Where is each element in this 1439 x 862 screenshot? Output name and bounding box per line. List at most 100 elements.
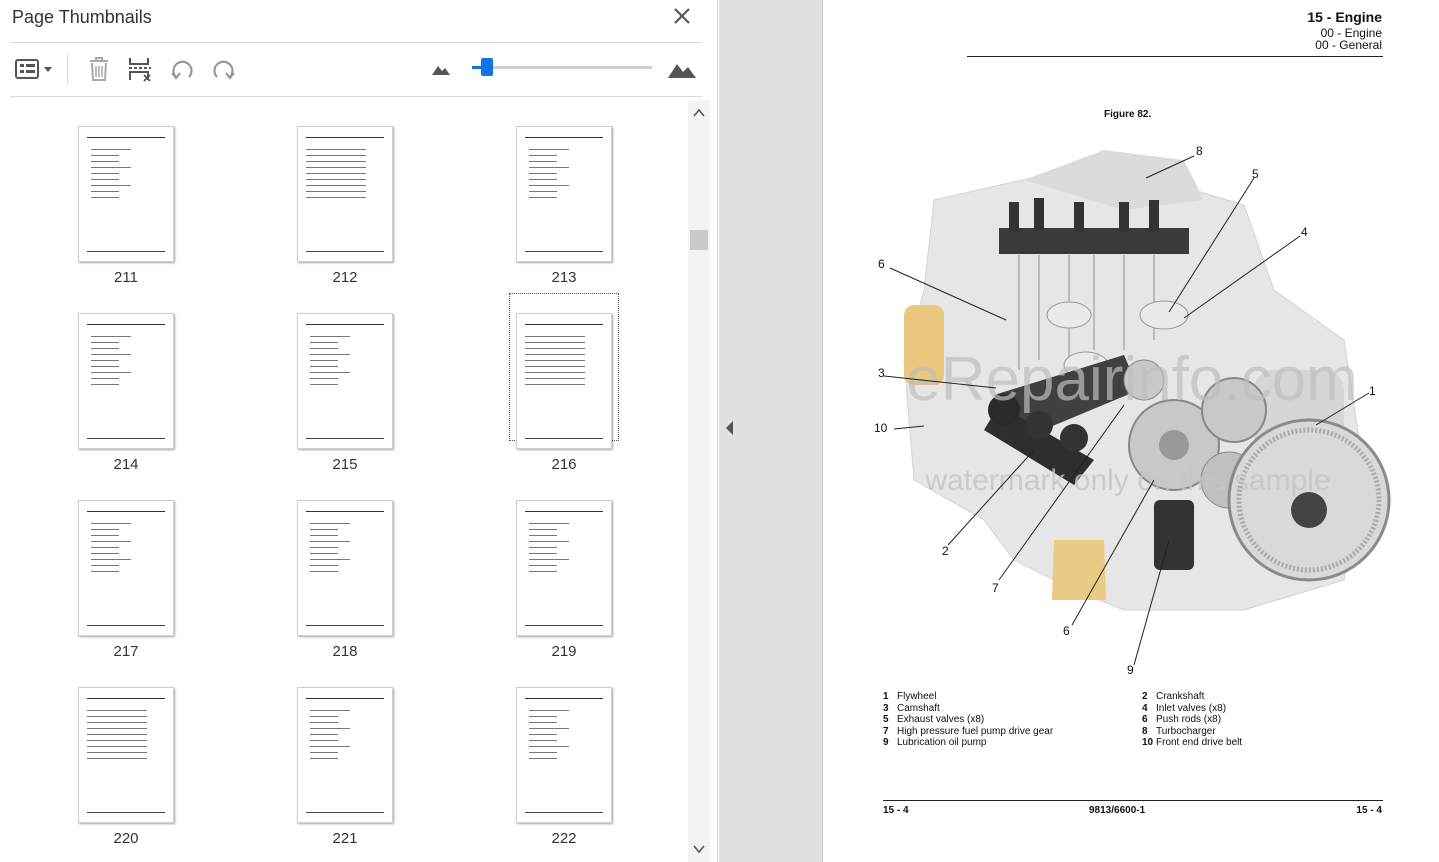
callout-6: 6 <box>878 257 885 271</box>
legend-number: 9 <box>883 737 889 748</box>
callout-3: 3 <box>878 366 885 380</box>
legend-text: Camshaft <box>897 702 940 714</box>
callout-10: 10 <box>874 421 888 435</box>
page-thumbnail[interactable] <box>297 500 393 636</box>
footer-page-left: 15 - 4 <box>883 805 909 816</box>
page-thumbnail[interactable] <box>297 313 393 449</box>
thumbnail-options-button[interactable] <box>12 52 56 86</box>
page-thumbnails-panel: Page Thumbnails 211 212 213 214 215 216 … <box>0 0 718 862</box>
panel-title: Page Thumbnails <box>12 7 152 27</box>
legend-text: Flywheel <box>897 691 937 702</box>
thumbnail-page-number: 213 <box>551 269 577 286</box>
flywheel <box>1227 418 1391 582</box>
thumbnail-page-number: 222 <box>551 830 577 847</box>
thumbnail-page-number: 221 <box>332 830 358 847</box>
thumbnail-page-number: 216 <box>551 456 577 473</box>
callout-6b: 6 <box>1063 624 1070 638</box>
collapse-panel-button[interactable] <box>723 418 737 438</box>
thumbnail-page-number: 214 <box>113 456 139 473</box>
page-thumbnail[interactable] <box>516 687 612 823</box>
page-thumbnail[interactable] <box>297 126 393 262</box>
scroll-up-icon[interactable] <box>693 108 705 118</box>
insert-page-icon <box>129 58 151 82</box>
page-thumbnail[interactable] <box>297 687 393 823</box>
engine-figure: eRepairinfo.com watermark only on this s… <box>874 144 1391 677</box>
legend-text: Turbocharger <box>1156 725 1216 737</box>
header-divider <box>10 42 702 43</box>
legend-text: Lubrication oil pump <box>897 737 987 748</box>
footer-rule <box>883 800 1383 801</box>
fuel-filter <box>1052 540 1106 600</box>
legend-text: Front end drive belt <box>1156 737 1243 748</box>
legend-text: Inlet valves (x8) <box>1156 702 1227 714</box>
zoom-out-mountain-icon <box>432 66 450 75</box>
rotate-right-button[interactable] <box>208 52 240 86</box>
vertical-scrollbar[interactable] <box>688 100 710 862</box>
callout-8: 8 <box>1196 144 1203 158</box>
lubrication-oil-pump <box>1154 500 1194 570</box>
legend-number: 10 <box>1142 737 1154 748</box>
thumbnail-page-number: 217 <box>113 643 139 660</box>
thumbnail-page-number: 212 <box>332 269 358 286</box>
footer-doc-number: 9813/6600-1 <box>1089 805 1146 816</box>
thumbnail-page-number: 218 <box>332 643 358 660</box>
thumbnail-page-number: 211 <box>114 269 138 286</box>
footer-page-right: 15 - 4 <box>1356 805 1382 816</box>
zoom-out-button[interactable] <box>428 52 454 86</box>
legend-number: 4 <box>1142 702 1148 714</box>
zoom-in-button[interactable] <box>664 52 700 86</box>
legend-text: Push rods (x8) <box>1156 714 1222 725</box>
legend-number: 6 <box>1142 714 1148 725</box>
rotate-right-icon <box>213 60 235 80</box>
toolbar-separator <box>67 54 68 84</box>
callout-2: 2 <box>942 544 949 558</box>
callout-9: 9 <box>1127 663 1134 677</box>
zoom-in-mountain-icon <box>668 64 696 78</box>
document-page: 15 - Engine 00 - Engine 00 - General Fig… <box>824 0 1439 862</box>
legend-number: 8 <box>1142 725 1148 737</box>
watermark-text-2: watermark only on this sample <box>924 464 1330 497</box>
legend-number: 7 <box>883 725 889 737</box>
zoom-slider-track[interactable] <box>472 66 652 69</box>
legend-text: High pressure fuel pump drive gear <box>897 725 1054 737</box>
thumbnail-page-number: 220 <box>113 830 139 847</box>
section-subtitle-2: 00 - General <box>1315 38 1382 52</box>
thumbnail-grid: 211 212 213 214 215 216 217 218 219 220 221 222 <box>0 100 688 862</box>
rotate-left-icon <box>171 60 193 80</box>
delete-page-icon <box>90 57 108 81</box>
callout-5: 5 <box>1252 167 1259 181</box>
page-thumbnail[interactable] <box>78 313 174 449</box>
legend-text: Crankshaft <box>1156 691 1205 702</box>
thumbnail-page-number: 215 <box>332 456 358 473</box>
legend-number: 1 <box>883 691 889 702</box>
insert-page-button[interactable] <box>124 52 156 86</box>
callout-4: 4 <box>1301 225 1308 239</box>
zoom-slider-thumb[interactable] <box>481 58 493 76</box>
page-thumbnail[interactable] <box>516 313 612 449</box>
callout-1: 1 <box>1369 384 1376 398</box>
page-thumbnail[interactable] <box>516 126 612 262</box>
watermark-text: eRepairinfo.com <box>906 345 1357 414</box>
close-icon <box>674 8 690 24</box>
thumbnail-page-number: 219 <box>551 643 577 660</box>
callout-7: 7 <box>992 581 999 595</box>
delete-page-button[interactable] <box>84 52 114 86</box>
toolbar-divider <box>10 96 702 97</box>
close-panel-button[interactable] <box>670 4 694 28</box>
legend-text: Exhaust valves (x8) <box>897 714 985 725</box>
legend-number: 5 <box>883 714 889 725</box>
scroll-down-icon[interactable] <box>693 844 705 854</box>
page-thumbnail[interactable] <box>516 500 612 636</box>
legend-number: 2 <box>1142 691 1148 702</box>
page-thumbnail[interactable] <box>78 500 174 636</box>
zoom-slider-fill <box>472 66 481 69</box>
options-menu-icon <box>15 59 52 79</box>
figure-title: Figure 82. <box>1104 109 1152 120</box>
scrollbar-thumb[interactable] <box>690 230 708 250</box>
chevron-left-icon <box>726 421 733 435</box>
legend-number: 3 <box>883 702 889 714</box>
page-thumbnail[interactable] <box>78 126 174 262</box>
section-title: 15 - Engine <box>1307 9 1382 25</box>
page-thumbnail[interactable] <box>78 687 174 823</box>
rotate-left-button[interactable] <box>166 52 198 86</box>
